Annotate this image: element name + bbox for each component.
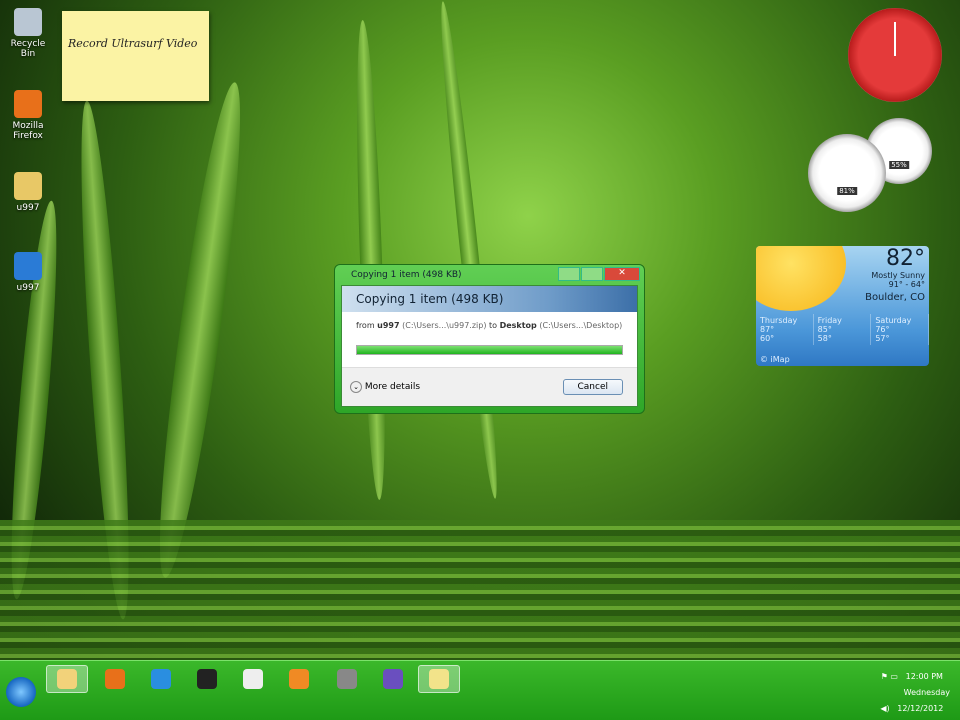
ultrasurf-icon bbox=[14, 252, 42, 280]
sticky-note[interactable]: Record Ultrasurf Video bbox=[62, 11, 209, 101]
taskbar-7zip[interactable] bbox=[186, 665, 228, 693]
forecast-day: Friday 85° 58° bbox=[814, 314, 872, 345]
volume-icon[interactable]: ◀) bbox=[880, 704, 889, 713]
maximize-button[interactable] bbox=[581, 267, 603, 281]
sun-icon bbox=[756, 246, 846, 311]
recycle-bin-icon bbox=[14, 8, 42, 36]
clock-gadget[interactable] bbox=[848, 8, 942, 102]
dialog-header: Copying 1 item (498 KB) bbox=[342, 286, 637, 312]
explorer-icon bbox=[57, 669, 77, 689]
firefox-icon bbox=[105, 669, 125, 689]
network-icon[interactable]: ▭ bbox=[890, 672, 898, 681]
taskbar-ultrasurf[interactable] bbox=[372, 665, 414, 693]
weather-gadget[interactable]: 82° Mostly Sunny 91° - 64° Boulder, CO T… bbox=[756, 246, 929, 366]
desktop-icon[interactable]: Mozilla Firefox bbox=[4, 90, 52, 141]
taskbar-solitaire[interactable] bbox=[232, 665, 274, 693]
taskbar-settings[interactable] bbox=[326, 665, 368, 693]
taskbar-copy-window[interactable] bbox=[418, 665, 460, 693]
taskbar-internet-explorer[interactable] bbox=[140, 665, 182, 693]
copy-details: from u997 (C:\Users...\u997.zip) to Desk… bbox=[356, 321, 623, 330]
taskbar-firefox[interactable] bbox=[94, 665, 136, 693]
copy-window-icon bbox=[429, 669, 449, 689]
close-button[interactable]: ✕ bbox=[604, 267, 640, 281]
media-player-icon bbox=[289, 669, 309, 689]
forecast-day: Thursday 87° 60° bbox=[756, 314, 814, 345]
internet-explorer-icon bbox=[151, 669, 171, 689]
chevron-down-icon: ⌄ bbox=[350, 381, 362, 393]
7zip-icon bbox=[197, 669, 217, 689]
firefox-icon bbox=[14, 90, 42, 118]
more-details-button[interactable]: ⌄ More details bbox=[350, 381, 420, 393]
current-temp: 82° bbox=[886, 246, 925, 271]
folder-icon bbox=[14, 172, 42, 200]
desktop-icon[interactable]: u997 bbox=[4, 172, 52, 213]
taskbar-media-player[interactable] bbox=[278, 665, 320, 693]
desktop-icon[interactable]: u997 bbox=[4, 252, 52, 293]
start-button[interactable] bbox=[6, 677, 36, 707]
taskbar-explorer[interactable] bbox=[46, 665, 88, 693]
dialog-title: Copying 1 item (498 KB) bbox=[351, 270, 462, 280]
system-tray: ⚑ ▭ 12:00 PM Wednesday ◀) 12/12/2012 bbox=[880, 672, 950, 713]
cancel-button[interactable]: Cancel bbox=[562, 379, 623, 395]
forecast-day: Saturday 76° 57° bbox=[871, 314, 929, 345]
solitaire-icon bbox=[243, 669, 263, 689]
copy-dialog: Copying 1 item (498 KB) ✕ Copying 1 item… bbox=[334, 264, 645, 414]
minimize-button[interactable] bbox=[558, 267, 580, 281]
settings-icon bbox=[337, 669, 357, 689]
progress-bar bbox=[356, 345, 623, 355]
taskbar: ⚑ ▭ 12:00 PM Wednesday ◀) 12/12/2012 bbox=[0, 660, 960, 720]
action-center-icon[interactable]: ⚑ bbox=[881, 672, 888, 681]
clock-time[interactable]: 12:00 PM bbox=[906, 672, 943, 681]
ultrasurf-icon bbox=[383, 669, 403, 689]
desktop-icon[interactable]: Recycle Bin bbox=[4, 8, 52, 59]
cpu-gauge[interactable]: 81% bbox=[808, 134, 886, 212]
wallpaper-water bbox=[0, 520, 960, 660]
